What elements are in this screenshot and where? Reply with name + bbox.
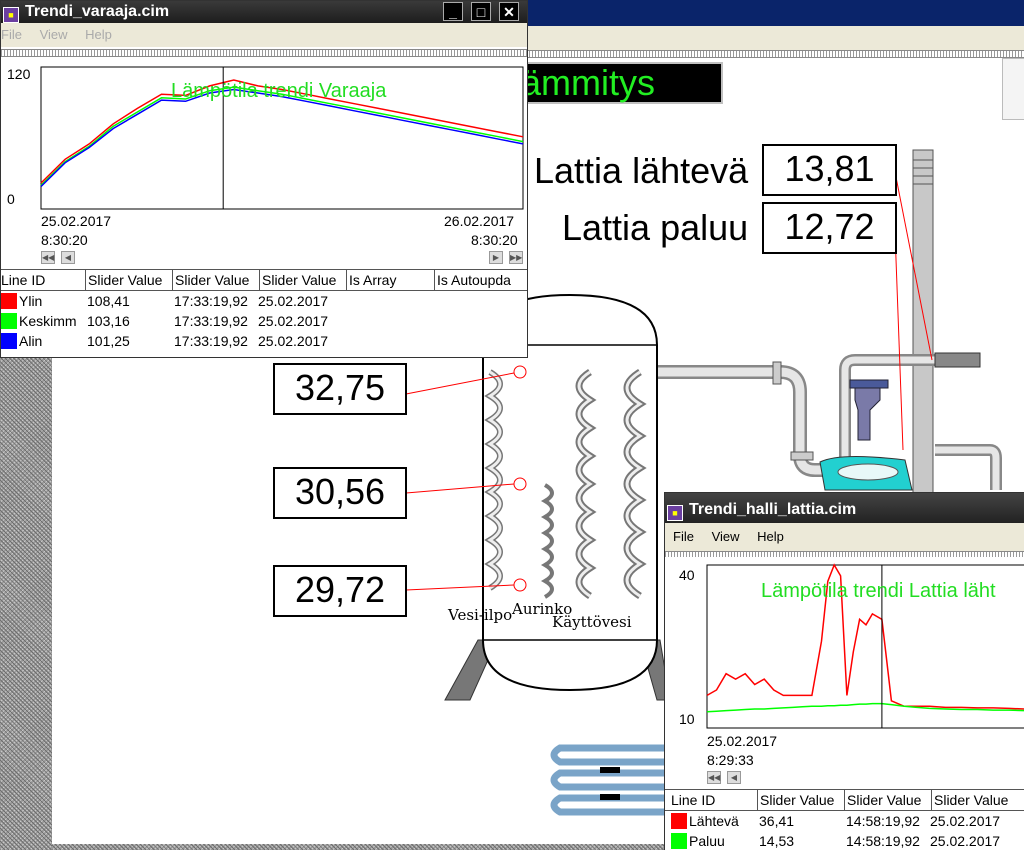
- scene-title: ämmitys: [505, 62, 723, 104]
- valve-body: [854, 384, 881, 441]
- floor-coils: [550, 744, 665, 816]
- legend-row[interactable]: Alin 101,25 17:33:19,92 25.02.2017: [1, 331, 527, 351]
- series-value: 108,41: [87, 293, 130, 309]
- series-time: 17:33:19,92: [174, 293, 248, 309]
- col-line-id[interactable]: Line ID: [669, 790, 751, 810]
- series-date: 25.02.2017: [258, 333, 329, 349]
- col-slider-value-3[interactable]: Slider Value: [931, 790, 1008, 810]
- scroll-first-button[interactable]: ◀◀: [707, 771, 721, 784]
- label-kayttovesi: Käyttövesi: [552, 613, 632, 631]
- series-time: 17:33:19,92: [174, 313, 248, 329]
- vertical-pipe: [912, 149, 934, 496]
- scroll-next-button[interactable]: ▶: [489, 251, 503, 264]
- series-name: Ylin: [19, 293, 43, 309]
- series-value: 36,41: [759, 813, 795, 829]
- sensor-top: [513, 365, 527, 379]
- legend-grid-header: Line ID Slider Value Slider Value Slider…: [1, 269, 527, 291]
- col-slider-value-2[interactable]: Slider Value: [844, 790, 921, 810]
- x-start-time: 8:29:33: [707, 752, 754, 768]
- series-swatch: [1, 313, 17, 329]
- legend-row[interactable]: Ylin 108,41 17:33:19,92 25.02.2017: [1, 291, 527, 311]
- pipe-flange: [772, 361, 782, 385]
- col-slider-value-3[interactable]: Slider Value: [259, 270, 336, 290]
- series-time: 14:58:19,92: [846, 813, 920, 829]
- legend-row[interactable]: Lähtevä 36,41 14:58:19,92 25.02.2017: [665, 811, 1024, 831]
- col-slider-value-1[interactable]: Slider Value: [85, 270, 162, 290]
- scroll-last-button[interactable]: ▶▶: [509, 251, 523, 264]
- trend-window-varaaja[interactable]: ■ Trendi_varaaja.cim _ □ ✕ File View Help…: [0, 0, 528, 358]
- x-start-time: 8:30:20: [41, 232, 88, 248]
- x-start-date: 25.02.2017: [707, 733, 778, 749]
- series-date: 25.02.2017: [930, 833, 1001, 849]
- tank-temp-low: 29,72: [273, 565, 407, 617]
- y-min-label: 10: [679, 711, 695, 727]
- floor-out-label: Lattia lähtevä: [534, 150, 749, 191]
- series-date: 25.02.2017: [930, 813, 1001, 829]
- series-value: 103,16: [87, 313, 130, 329]
- series-value: 14,53: [759, 833, 795, 849]
- x-end-date: 26.02.2017: [444, 213, 515, 229]
- series-date: 25.02.2017: [258, 293, 329, 309]
- col-is-array[interactable]: Is Array: [346, 270, 396, 290]
- legend-grid-header: Line ID Slider Value Slider Value Slider…: [665, 789, 1024, 811]
- scroll-prev-button[interactable]: ◀: [727, 771, 741, 784]
- tank-temp-mid: 30,56: [273, 467, 407, 519]
- sensor-low: [513, 578, 527, 592]
- series-name: Alin: [19, 333, 43, 349]
- col-slider-value-2[interactable]: Slider Value: [172, 270, 249, 290]
- x-end-time: 8:30:20: [471, 232, 518, 248]
- series-swatch: [1, 293, 17, 309]
- y-max-label: 40: [679, 567, 695, 583]
- floor-return-label: Lattia paluu: [562, 207, 749, 248]
- col-slider-value-1[interactable]: Slider Value: [757, 790, 834, 810]
- floor-return-value: 12,72: [762, 202, 897, 254]
- trend-window-lattia[interactable]: ■ Trendi_halli_lattia.cim File View Help …: [664, 492, 1024, 850]
- scroll-first-button[interactable]: ◀◀: [41, 251, 55, 264]
- series-swatch: [671, 833, 687, 849]
- scroll-prev-button[interactable]: ◀: [61, 251, 75, 264]
- series-swatch: [671, 813, 687, 829]
- series-name: Keskimm: [19, 313, 77, 329]
- series-date: 25.02.2017: [258, 313, 329, 329]
- x-start-date: 25.02.2017: [41, 213, 112, 229]
- series-value: 101,25: [87, 333, 130, 349]
- col-line-id[interactable]: Line ID: [1, 270, 81, 290]
- chart-title: Lämpötila trendi Varaaja: [171, 80, 387, 102]
- col-is-autoupdate[interactable]: Is Autoupda: [434, 270, 511, 290]
- series-name: Lähtevä: [689, 813, 739, 829]
- series-time: 14:58:19,92: [846, 833, 920, 849]
- label-vesi-ilpo: Vesi-ilpo: [448, 606, 513, 624]
- legend-row[interactable]: Paluu 14,53 14:58:19,92 25.02.2017: [665, 831, 1024, 850]
- series-name: Paluu: [689, 833, 725, 849]
- y-max-label: 120: [7, 66, 31, 82]
- sensor-mid: [513, 477, 527, 491]
- chart-title: Lämpötila trendi Lattia läht: [761, 580, 996, 602]
- series-time: 17:33:19,92: [174, 333, 248, 349]
- y-min-label: 0: [7, 191, 15, 207]
- series-swatch: [1, 333, 17, 349]
- legend-row[interactable]: Keskimm 103,16 17:33:19,92 25.02.2017: [1, 311, 527, 331]
- tank-temp-top: 32,75: [273, 363, 407, 415]
- floor-out-value: 13,81: [762, 144, 897, 196]
